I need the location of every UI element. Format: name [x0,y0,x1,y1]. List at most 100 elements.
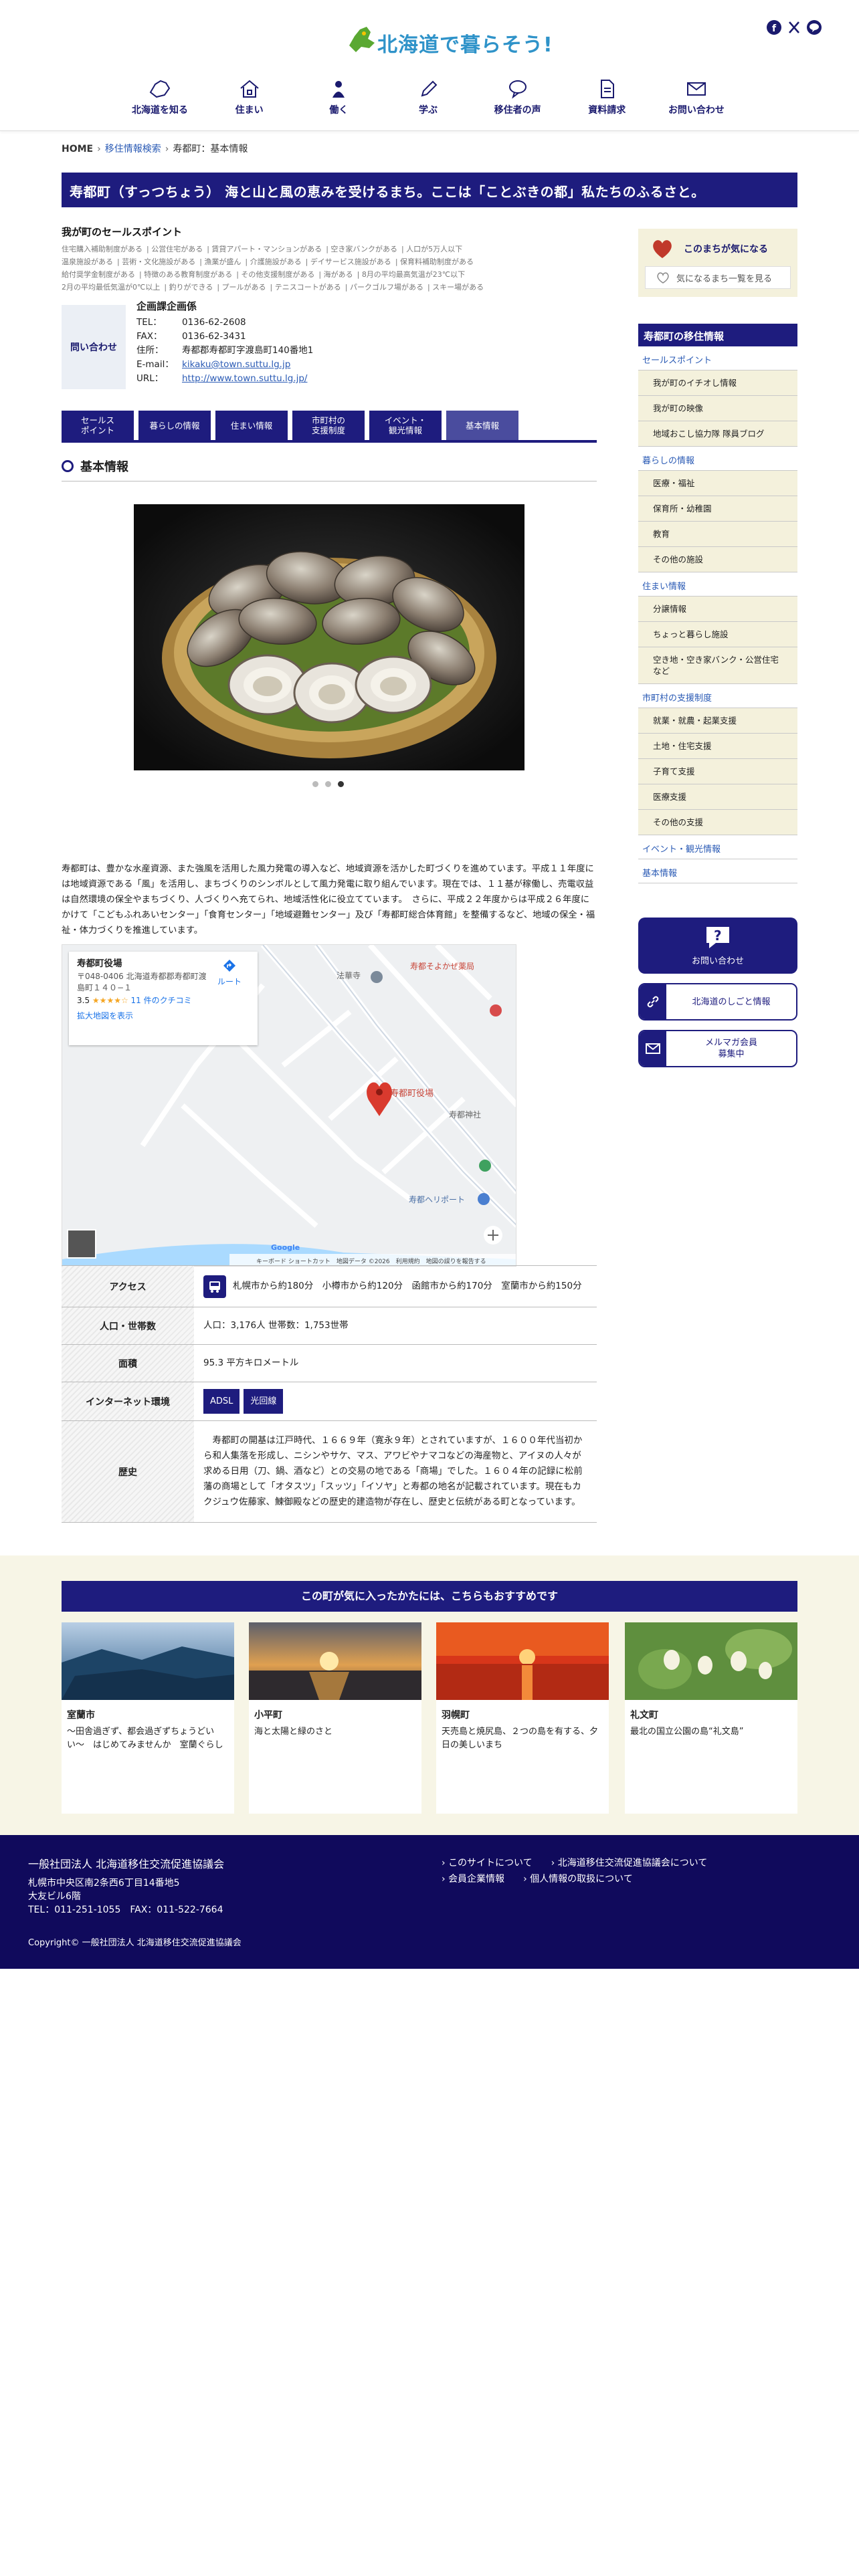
oyster-photo[interactable] [134,504,524,770]
map-label: 寿都ヘリポート [409,1195,465,1204]
contact-section: 問い合わせ 企画課企画係 TEL： 0136-62-2608 FAX： 0136-6… [62,300,597,389]
site-footer: 一般社団法人 北海道移住交流促進協議会 札幌市中央区南2条西6丁目14番地5 大… [0,1835,859,1969]
carousel-dot[interactable] [312,781,318,787]
recommend-card[interactable]: 羽幌町 天売島と焼尻島、２つの島を有する、夕日の美しいまち [436,1622,609,1814]
recommend-card[interactable]: 室蘭市 〜田舎過ぎず、都会過ぎずちょうどいい〜 はじめてみませんか 室蘭ぐらし [62,1622,234,1814]
info-row-population: 人口・世帯数 人口：3,176人 世帯数：1,753世帯 [62,1307,597,1345]
circle-bullet-icon [62,460,74,472]
map-reviews-link[interactable]: 11 件のクチコミ [131,996,192,1005]
map-enlarge-link[interactable]: 拡大地図を表示 [77,1010,250,1022]
tab-living[interactable]: 暮らしの情報 [138,411,211,440]
bus-icon [203,1275,226,1298]
sidebar-item[interactable]: 教育 [638,522,797,547]
tag: 賃貸アパート・マンションがある [211,245,322,253]
card-image [249,1622,421,1700]
url-link[interactable]: http://www.town.suttu.lg.jp/ [182,372,307,386]
footer-link[interactable]: 個人情報の取扱について [530,1874,633,1885]
sidebar-item[interactable]: その他の支援 [638,810,797,835]
tag: デイサービス施設がある [310,257,391,266]
carousel-dot[interactable] [325,781,331,787]
sidebar-cat-selling-points[interactable]: セールスポイント [638,346,797,370]
sidebar-item[interactable]: 空き地・空き家バンク・公営住宅など [638,647,797,684]
footer-link[interactable]: 会員企業情報 [448,1874,504,1885]
email-link[interactable]: kikaku@town.suttu.lg.jp [182,358,290,372]
pencil-icon [421,80,438,97]
document-icon [601,80,615,98]
info-value: 札幌市から約180分 小樽市から約120分 函館市から約170分 室蘭市から約1… [233,1281,582,1291]
nav-contact[interactable]: お問い合わせ [657,79,736,122]
sidebar-cat-living[interactable]: 暮らしの情報 [638,447,797,471]
map-info-card: 寿都町役場 〒048-0406 北海道寿都郡寿都町渡島町１４０−１ 3.5 ★★… [69,952,258,1045]
tag: スキー場がある [432,283,484,292]
sidebar-cat-basic-info[interactable]: 基本情報 [638,859,797,883]
map-route-button[interactable]: ルート [217,958,242,988]
footer-links: › このサイトについて › 北海道移住交流促進協議会について › 会員企業情報 › … [442,1858,708,1885]
tag: 空き家バンクがある [330,245,397,253]
contact-info: 企画課企画係 TEL： 0136-62-2608 FAX： 0136-62-3431… [136,300,313,386]
info-row-internet: インターネット環境 ADSL 光回線 [62,1382,597,1421]
breadcrumb-search[interactable]: 移住情報検索 [105,144,161,154]
tag: プールがある [221,283,266,292]
sidebar-item[interactable]: 子育て支援 [638,759,797,784]
nav-know-hokkaido[interactable]: 北海道を知る [120,79,199,122]
svg-text:?: ? [714,928,722,944]
nav-label: 住まい [235,105,264,116]
svg-text:f: f [772,23,777,34]
footer-link[interactable]: このサイトについて [448,1858,533,1868]
facebook-icon[interactable]: f [767,20,781,35]
inquiry-button[interactable]: ? お問い合わせ [638,918,797,974]
tab-selling-points[interactable]: セールス ポイント [62,411,134,440]
sidebar-item[interactable]: 我が町のイチオし情報 [638,370,797,396]
tab-support[interactable]: 市町村の 支援制度 [292,411,365,440]
contact-label: 問い合わせ [62,305,126,389]
favorite-list-button[interactable]: 気になるまち一覧を見る [645,266,791,289]
card-desc: 海と太陽と緑のさと [254,1727,333,1737]
content-tabs: セールス ポイント 暮らしの情報 住まい情報 市町村の 支援制度 イベント・ 観… [62,411,597,443]
sidebar-item[interactable]: 医療支援 [638,784,797,810]
sidebar-item[interactable]: 分譲情報 [638,597,797,622]
site-logo[interactable]: 北海道で暮らそう! [339,19,553,66]
sidebar-item[interactable]: 地域おこし協力隊 隊員ブログ [638,421,797,447]
heart-icon [653,240,672,258]
x-icon[interactable] [787,20,801,35]
card-name: 羽幌町 [442,1710,470,1721]
favorite-button[interactable]: このまちが気になる [638,238,797,259]
info-row-access: アクセス 札幌市から約180分 小樽市から約120分 函館市から約170分 室蘭… [62,1266,597,1307]
internet-badge: 光回線 [244,1389,284,1414]
mail-icon [640,1031,666,1066]
footer-link[interactable]: 北海道移住交流促進協議会について [558,1858,708,1868]
sidebar-item[interactable]: ちょっと暮らし施設 [638,622,797,647]
nav-work[interactable]: 働く [299,79,378,122]
nav-learn[interactable]: 学ぶ [389,79,468,122]
sidebar-cat-support[interactable]: 市町村の支援制度 [638,684,797,708]
google-map[interactable]: 法華寺 寿都そよかぜ薬局 寿都町役場 寿都神社 寿都ヘリポート Google キ… [62,944,516,1267]
sidebar-menu: セールスポイント 我が町のイチオし情報 我が町の映像 地域おこし協力隊 隊員ブロ… [638,346,797,883]
recommend-card[interactable]: 礼文町 最北の国立公園の島“礼文島” [625,1622,797,1814]
sidebar-item[interactable]: その他の施設 [638,547,797,572]
sidebar-cat-housing[interactable]: 住まい情報 [638,572,797,597]
tag: パークゴルフ場がある [349,283,423,292]
tab-basic-info[interactable]: 基本情報 [446,411,518,440]
nav-housing[interactable]: 住まい [210,79,289,122]
heart-outline-icon [657,272,669,284]
line-icon[interactable] [807,20,822,35]
job-info-button[interactable]: 北海道のしごと情報 [638,983,797,1021]
sidebar-item[interactable]: 医療・福祉 [638,471,797,496]
tab-events[interactable]: イベント・ 観光情報 [369,411,442,440]
newsletter-button[interactable]: メルマガ会員 募集中 [638,1030,797,1067]
tag: 特徴のある教育制度がある [144,270,233,279]
sidebar-item[interactable]: 我が町の映像 [638,396,797,421]
selling-points-title: 我が町のセールスポイント [62,226,183,238]
sidebar-item[interactable]: 土地・住宅支援 [638,734,797,759]
sidebar-item[interactable]: 就業・就農・起業支援 [638,708,797,734]
tab-housing[interactable]: 住まい情報 [215,411,288,440]
sidebar-cat-events[interactable]: イベント・観光情報 [638,835,797,859]
nav-documents[interactable]: 資料請求 [567,79,646,122]
sidebar-item[interactable]: 保育所・幼稚園 [638,496,797,522]
breadcrumb-home[interactable]: HOME [62,144,93,154]
nav-voices[interactable]: 移住者の声 [478,79,557,122]
recommend-card[interactable]: 小平町 海と太陽と緑のさと [249,1622,421,1814]
carousel-dot-active[interactable] [338,781,344,787]
info-key: 人口・世帯数 [62,1307,194,1344]
footer-address: 札幌市中央区南2条西6丁目14番地5 大友ビル6階 TEL：011-251-10… [28,1878,223,1915]
